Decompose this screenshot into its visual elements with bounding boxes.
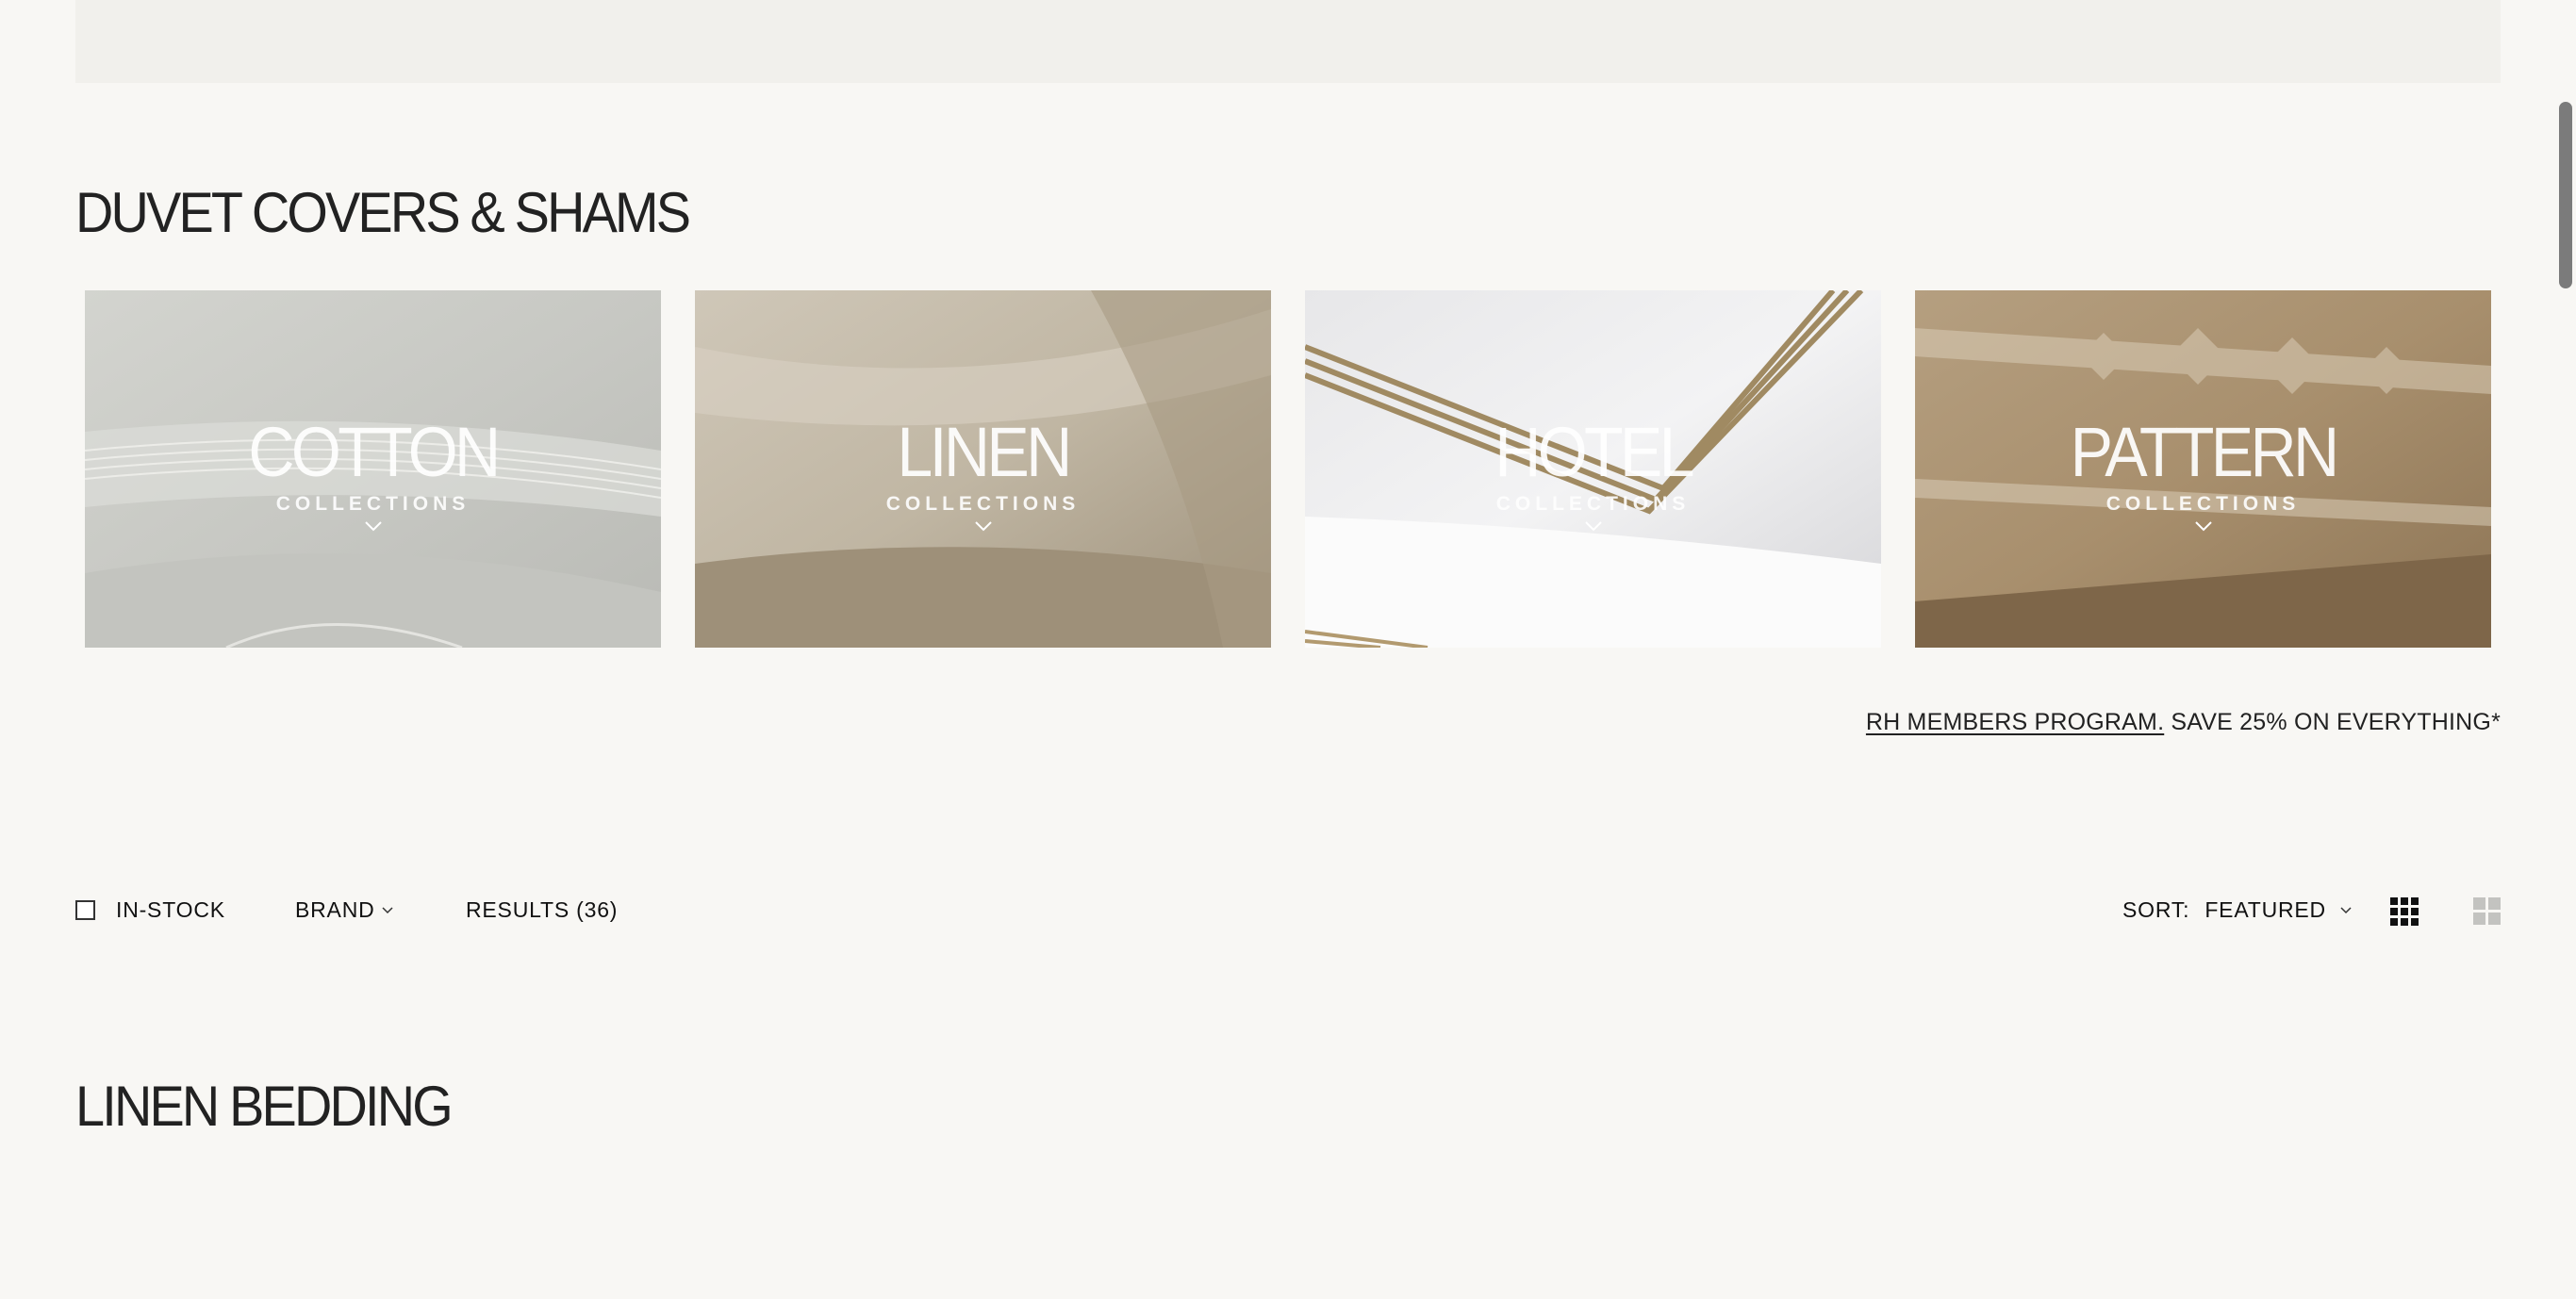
chevron-down-icon (1584, 521, 1602, 532)
members-promo: RH MEMBERS PROGRAM. SAVE 25% ON EVERYTHI… (1866, 709, 2501, 736)
brand-label: BRAND (295, 897, 375, 922)
brand-filter[interactable]: BRAND (295, 897, 394, 923)
tile-name-linen: LINEN (897, 413, 1072, 491)
results-count: RESULTS (36) (466, 897, 618, 923)
collection-tile-cotton[interactable]: COTTON COLLECTIONS (85, 290, 661, 648)
in-stock-label: IN-STOCK (116, 897, 225, 922)
chevron-down-icon (2194, 521, 2212, 532)
collection-tile-linen[interactable]: LINEN COLLECTIONS (695, 290, 1271, 648)
page: DUVET COVERS & SHAMS COTTON COLLECTIONS … (0, 0, 2576, 1299)
chevron-down-icon (2340, 906, 2352, 913)
chevron-down-icon (364, 521, 382, 532)
sort-dropdown[interactable]: SORT: FEATURED (2122, 897, 2353, 923)
in-stock-checkbox[interactable] (75, 900, 95, 920)
in-stock-filter[interactable]: IN-STOCK (75, 897, 225, 923)
grid-2x2-icon[interactable] (2473, 897, 2502, 926)
promo-text: SAVE 25% ON EVERYTHING* (2164, 709, 2501, 735)
tile-name-pattern: PATTERN (2070, 413, 2340, 491)
sort-label: SORT: (2122, 897, 2190, 922)
tile-sub-hotel: COLLECTIONS (1495, 493, 1691, 515)
top-banner (75, 0, 2501, 83)
tile-name-cotton: COTTON (248, 413, 501, 491)
tile-name-hotel: HOTEL (1494, 413, 1694, 491)
sort-value: FEATURED (2204, 897, 2326, 922)
section-title-linen: LINEN BEDDING (75, 1075, 454, 1138)
tile-sub-pattern: COLLECTIONS (2105, 493, 2301, 515)
chevron-down-icon (381, 906, 393, 913)
chevron-down-icon (974, 521, 992, 532)
collection-tiles: COTTON COLLECTIONS LINEN COLLECTIONS HOT… (85, 290, 2491, 649)
results-label: RESULTS (36) (466, 897, 619, 922)
collection-tile-hotel[interactable]: HOTEL COLLECTIONS (1305, 290, 1881, 648)
scrollbar-thumb[interactable] (2559, 102, 2572, 288)
filter-bar: IN-STOCK BRAND RESULTS (36) SORT: FEATUR… (75, 897, 2501, 931)
grid-3x3-icon[interactable] (2390, 897, 2419, 926)
tile-sub-cotton: COLLECTIONS (275, 493, 471, 515)
tile-sub-linen: COLLECTIONS (885, 493, 1081, 515)
section-title-duvet: DUVET COVERS & SHAMS (75, 181, 691, 244)
members-program-link[interactable]: RH MEMBERS PROGRAM. (1866, 709, 2164, 735)
collection-tile-pattern[interactable]: PATTERN COLLECTIONS (1915, 290, 2491, 648)
